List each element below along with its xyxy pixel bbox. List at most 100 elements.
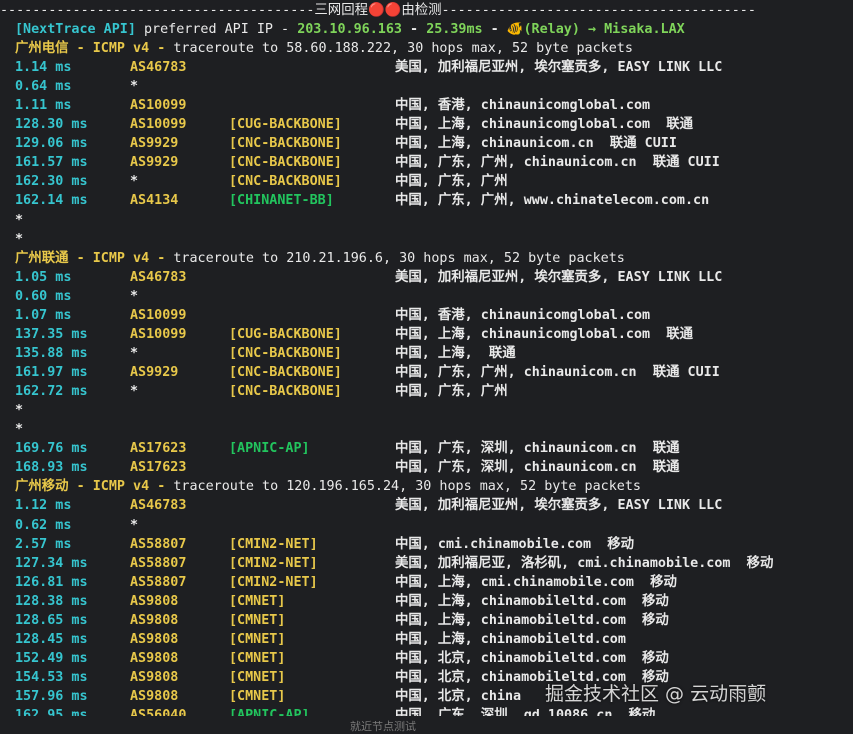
hop-latency: 128.30 ms — [15, 117, 88, 132]
hop-row: 129.06 ms AS9929 [CNC-BACKBONE] 中国, 上海, chi… — [0, 134, 853, 153]
hop-latency: 161.97 ms — [15, 365, 88, 380]
isp-name: 广州电信 — [15, 41, 69, 56]
hop-geo: 中国, 上海, chinamobileltd.com 移动 — [395, 594, 669, 609]
hop-latency: 1.14 ms — [15, 60, 72, 75]
api-latency: 25.39ms — [426, 22, 483, 37]
hop-asn: AS9929 — [130, 155, 179, 170]
hop-row: 135.88 ms * [CNC-BACKBONE] 中国, 上海, 联通 — [0, 344, 853, 363]
hop-geo: 中国, 上海, chinamobileltd.com 移动 — [395, 613, 669, 628]
hop-row: 126.81 ms AS58807 [CMIN2-NET] 中国, 上海, cmi.c… — [0, 573, 853, 592]
hop-geo: 中国, 广东, 广州 — [395, 384, 508, 399]
hop-row: 169.76 ms AS17623 [APNIC-AP] 中国, 广东, 深圳, ch… — [0, 439, 853, 458]
hop-asn: * — [130, 518, 139, 533]
hop-latency: 135.88 ms — [15, 346, 88, 361]
api-prefix: [NextTrace API] — [15, 22, 136, 37]
hop-asn: * — [130, 79, 139, 94]
protocol-label: - ICMP v4 - — [68, 41, 174, 56]
traceroute-target: traceroute to 210.21.196.6, 30 hops max,… — [173, 251, 625, 266]
hop-latency: 0.64 ms — [15, 79, 72, 94]
title-divider-text: ---------------------------------------三… — [0, 3, 756, 18]
hop-row: 0.60 ms * — [0, 287, 853, 306]
hop-row: 1.07 ms AS10099 中国, 香港, chinaunicomglobal.… — [0, 306, 853, 325]
api-mid: preferred API IP - — [135, 22, 298, 37]
hop-row: 161.97 ms AS9929 [CNC-BACKBONE] 中国, 广东, 广州,… — [0, 363, 853, 382]
hop-asn: AS10099 — [130, 327, 187, 342]
hop-asn: AS17623 — [130, 460, 187, 475]
hop-geo: 中国, 广东, 深圳, chinaunicom.cn 联通 — [395, 460, 680, 475]
hop-backbone-tag: [CMNET] — [229, 594, 286, 609]
hop-latency: 169.76 ms — [15, 441, 88, 456]
hop-latency: * — [15, 422, 24, 437]
hop-asn: AS58807 — [130, 556, 187, 571]
hop-row: * — [0, 401, 853, 420]
hop-backbone-tag: [CNC-BACKBONE] — [229, 365, 342, 380]
hop-latency: * — [15, 232, 24, 247]
hop-latency: 162.30 ms — [15, 174, 88, 189]
hop-row: 0.62 ms * — [0, 516, 853, 535]
hop-backbone-tag: [CMIN2-NET] — [229, 575, 318, 590]
bottom-fade — [0, 716, 853, 727]
hop-asn: AS10099 — [130, 308, 187, 323]
traceroute-target: traceroute to 58.60.188.222, 30 hops max… — [173, 41, 633, 56]
hop-geo: 中国, cmi.chinamobile.com 移动 — [395, 537, 634, 552]
hop-latency: * — [15, 213, 24, 228]
hop-row: * — [0, 420, 853, 439]
hop-backbone-tag: [CNC-BACKBONE] — [229, 346, 342, 361]
hop-asn: AS46783 — [130, 60, 187, 75]
hop-asn: * — [130, 346, 139, 361]
hop-row: 162.72 ms * [CNC-BACKBONE] 中国, 广东, 广州 — [0, 382, 853, 401]
terminal-window: ---------------------------------------三… — [0, 0, 853, 733]
hop-latency: 1.05 ms — [15, 270, 72, 285]
hop-latency: 1.12 ms — [15, 498, 72, 513]
hop-asn: AS17623 — [130, 441, 187, 456]
hop-latency: 154.53 ms — [15, 670, 88, 685]
hop-asn: * — [130, 384, 139, 399]
hop-geo: 中国, 上海, chinamobileltd.com — [395, 632, 626, 647]
hop-latency: * — [15, 403, 24, 418]
hop-asn: AS10099 — [130, 98, 187, 113]
isp-name: 广州移动 — [15, 479, 69, 494]
hop-backbone-tag: [CMNET] — [229, 613, 286, 628]
hop-row: 161.57 ms AS9929 [CNC-BACKBONE] 中国, 广东, 广州,… — [0, 153, 853, 172]
hop-row: 128.38 ms AS9808 [CMNET] 中国, 上海, chinamobil… — [0, 592, 853, 611]
api-ip: 203.10.96.163 — [297, 22, 402, 37]
hop-geo: 美国, 加利福尼亚, 洛杉矶, cmi.chinamobile.com 移动 — [395, 556, 774, 571]
hop-row: 162.14 ms AS4134 [CHINANET-BB] 中国, 广东, 广州, … — [0, 191, 853, 210]
hop-backbone-tag: [CNC-BACKBONE] — [229, 384, 342, 399]
hop-asn: AS9808 — [130, 651, 179, 666]
api-dash1: - — [402, 22, 427, 37]
hop-latency: 152.49 ms — [15, 651, 88, 666]
hop-row: 137.35 ms AS10099 [CUG-BACKBONE] 中国, 上海, ch… — [0, 325, 853, 344]
hop-asn: AS9929 — [130, 136, 179, 151]
hop-row: 1.12 ms AS46783 美国, 加利福尼亚州, 埃尔塞贡多, EASY LI… — [0, 496, 853, 515]
hop-row: 168.93 ms AS17623 中国, 广东, 深圳, chinaunicom.… — [0, 458, 853, 477]
hop-latency: 126.81 ms — [15, 575, 88, 590]
hop-latency: 2.57 ms — [15, 537, 72, 552]
hop-backbone-tag: [CMIN2-NET] — [229, 537, 318, 552]
hop-row: 162.30 ms * [CNC-BACKBONE] 中国, 广东, 广州 — [0, 172, 853, 191]
hop-geo: 中国, 上海, 联通 — [395, 346, 516, 361]
hop-asn: AS46783 — [130, 498, 187, 513]
hop-row: 152.49 ms AS9808 [CMNET] 中国, 北京, chinamobil… — [0, 649, 853, 668]
hop-asn: * — [130, 289, 139, 304]
hop-asn: AS58807 — [130, 575, 187, 590]
hop-asn: * — [130, 174, 139, 189]
isp-name: 广州联通 — [15, 251, 69, 266]
hop-asn: AS9808 — [130, 670, 179, 685]
hop-asn: AS46783 — [130, 270, 187, 285]
hop-row: 1.05 ms AS46783 美国, 加利福尼亚州, 埃尔塞贡多, EASY LI… — [0, 268, 853, 287]
traceroute-target: traceroute to 120.196.165.24, 30 hops ma… — [173, 479, 641, 494]
hop-latency: 162.14 ms — [15, 193, 88, 208]
hop-latency: 1.11 ms — [15, 98, 72, 113]
hop-asn: AS9808 — [130, 632, 179, 647]
hop-latency: 0.62 ms — [15, 518, 72, 533]
hop-latency: 128.45 ms — [15, 632, 88, 647]
hop-geo: 美国, 加利福尼亚州, 埃尔塞贡多, EASY LINK LLC — [395, 270, 723, 285]
protocol-label: - ICMP v4 - — [68, 479, 174, 494]
hop-asn: AS9808 — [130, 594, 179, 609]
hop-asn: AS4134 — [130, 193, 179, 208]
watermark: 掘金技术社区 @ 云动雨颤 — [545, 683, 767, 705]
hop-latency: 128.38 ms — [15, 594, 88, 609]
hop-backbone-tag: [CMNET] — [229, 651, 286, 666]
hop-backbone-tag: [CUG-BACKBONE] — [229, 117, 342, 132]
